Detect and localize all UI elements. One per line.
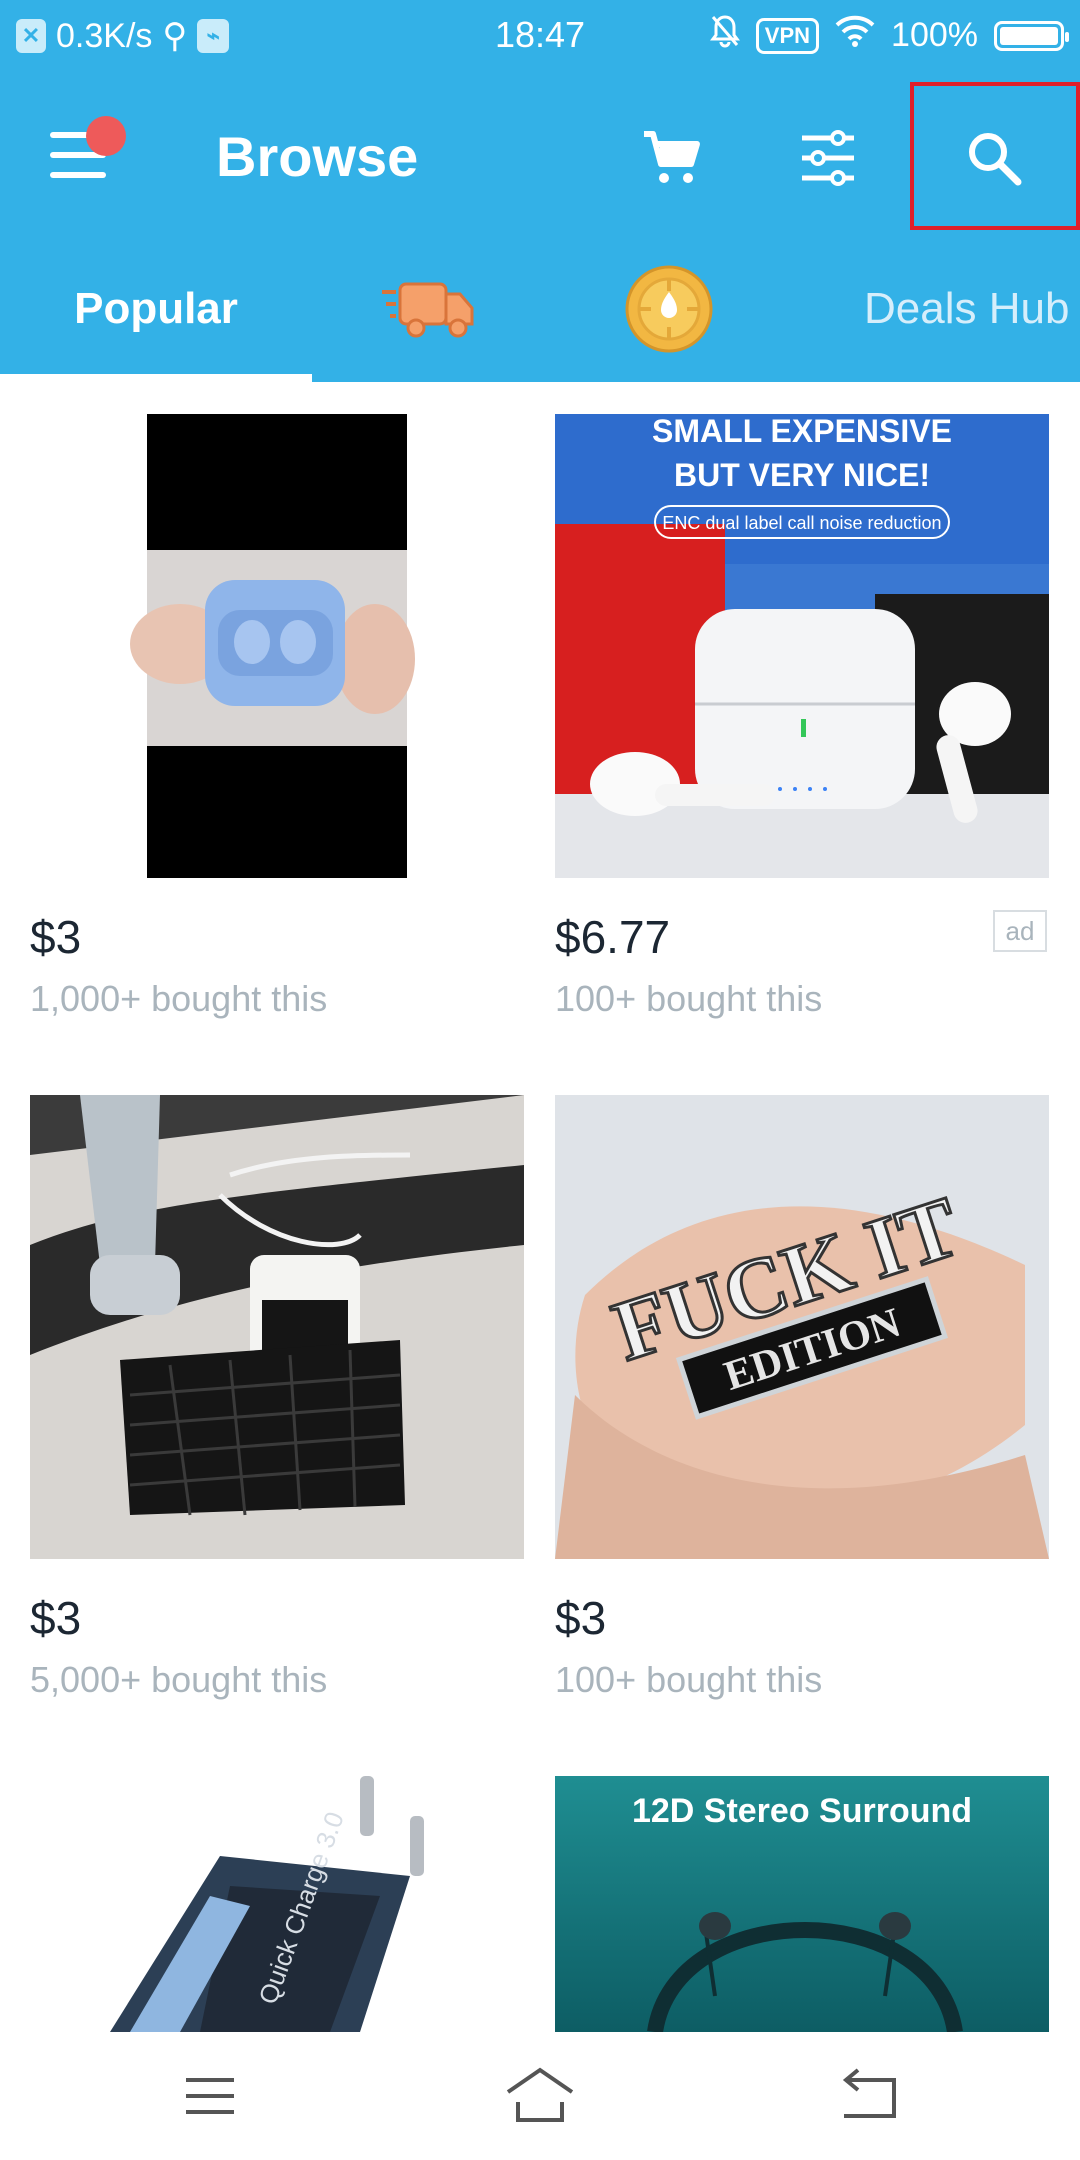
status-bar: ✕ 0.3K/s ⚲ ⌁ 18:47 VPN 100% [0,0,1080,72]
fast-shipping-icon [382,282,474,338]
product-price: $6.77 [555,911,671,963]
product-sales-count: 1,000+ bought this [30,978,328,1019]
menu-icon-line [50,172,106,178]
product-card[interactable]: Quick Charge 3.0 [30,1776,524,2032]
mute-bell-icon [709,14,740,57]
active-tab-indicator [0,374,312,382]
tab-popular-label: Popular [74,284,238,333]
banner-line-1: SMALL EXPENSIVE [652,414,952,449]
banner-subtitle: ENC dual label call noise reduction [662,513,941,533]
product-image[interactable]: SMALL EXPENSIVE BUT VERY NICE! ENC dual … [555,414,1049,878]
tab-popular[interactable]: Popular [0,236,312,382]
tab-bar: Popular Deals Hub [0,236,1080,382]
battery-percent: 100% [891,16,978,54]
search-highlight-box [910,82,1080,230]
home-button[interactable] [504,2062,576,2128]
product-sales-count: 100+ bought this [555,1659,823,1700]
back-icon [842,2068,896,2118]
product-card[interactable]: SMALL EXPENSIVE BUT VERY NICE! ENC dual … [555,414,1049,1034]
notification-dot [86,116,126,156]
menu-button[interactable] [50,116,126,180]
product-image[interactable] [30,1095,524,1559]
product-card[interactable]: $3 1,000+ bought this [30,414,524,1034]
product-price: $3 [30,911,82,963]
tab-fast-shipping[interactable] [380,236,490,382]
product-sales-count: 100+ bought this [555,978,823,1019]
product-image[interactable] [30,414,524,878]
product-image[interactable]: Quick Charge 3.0 [30,1776,524,2032]
product-card[interactable]: FUCK IT EDITION $3 100+ bought this [555,1095,1049,1715]
status-right: VPN 100% [709,14,1069,57]
wifi-icon [835,15,875,56]
battery-icon [994,20,1069,51]
product-card[interactable]: 12D Stereo Surround [555,1776,1049,2032]
banner-line-2: BUT VERY NICE! [674,457,930,493]
tab-coins[interactable] [624,236,720,382]
product-price: $3 [30,1592,82,1644]
page-title: Browse [216,125,419,188]
product-image[interactable]: FUCK IT EDITION [555,1095,1049,1559]
cart-button[interactable] [624,110,720,206]
home-icon [506,2067,574,2122]
filter-button[interactable] [780,110,876,206]
filter-icon [802,130,854,186]
product-price: $3 [555,1592,607,1644]
product-sales-count: 5,000+ bought this [30,1659,328,1700]
vpn-badge: VPN [755,17,820,54]
cart-icon [644,131,700,183]
tab-deals-hub[interactable]: Deals Hub [864,236,1069,382]
ad-badge: ad [993,910,1047,952]
nav-menu-button[interactable] [180,2066,240,2126]
nav-menu-icon [186,2078,234,2114]
coin-icon [625,265,713,353]
banner-title: 12D Stereo Surround [632,1792,972,1830]
product-card[interactable]: $3 5,000+ bought this [30,1095,524,1715]
product-image[interactable]: 12D Stereo Surround [555,1776,1049,2032]
back-button[interactable] [838,2062,904,2128]
system-navigation-bar [0,2032,1080,2160]
